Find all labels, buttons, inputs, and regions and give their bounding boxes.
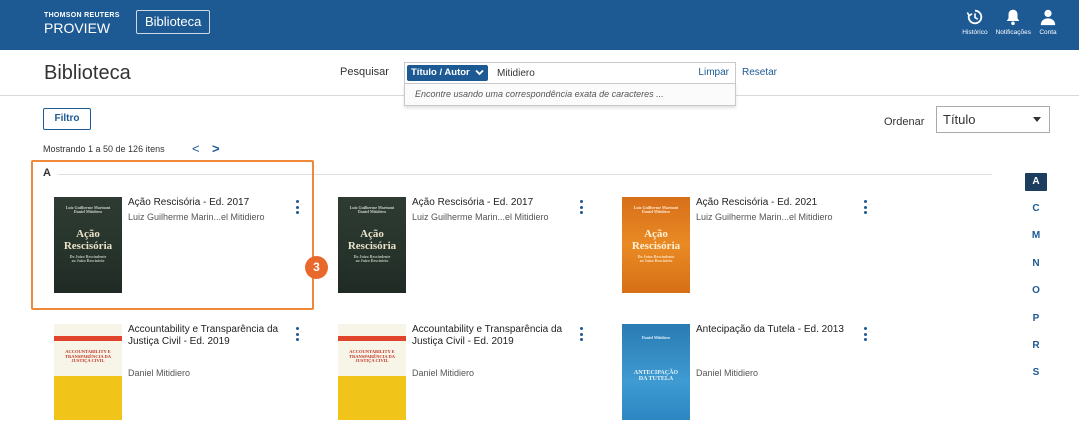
alphabet-letter-n[interactable]: N — [1025, 255, 1047, 273]
book-title[interactable]: Accountability e Transparência da Justiç… — [128, 324, 286, 348]
search-box: Título / Autor Limpar — [404, 62, 736, 84]
book-cover[interactable]: ACCOUNTABILITY E TRANSPARÊNCIA DA JUSTIÇ… — [338, 324, 406, 420]
alphabet-letter-a[interactable]: A — [1025, 173, 1047, 191]
kebab-dot — [863, 205, 867, 209]
account-button[interactable]: Conta — [1039, 8, 1057, 36]
tutorial-highlight — [31, 160, 314, 310]
kebab-dot — [295, 332, 299, 336]
book-author: Daniel Mitidiero — [696, 368, 759, 378]
alphabet-letter-o[interactable]: O — [1025, 282, 1047, 300]
cover-title: ACCOUNTABILITY E TRANSPARÊNCIA DA JUSTIÇ… — [64, 349, 112, 364]
top-bar: THOMSON REUTERS PROVIEW Biblioteca Histó… — [0, 0, 1079, 50]
book-card[interactable]: ACCOUNTABILITY E TRANSPARÊNCIA DA JUSTIÇ… — [54, 324, 314, 420]
alphabet-letter-m[interactable]: M — [1025, 227, 1047, 245]
sort-select[interactable]: Título — [936, 106, 1050, 133]
cover-title: Ação Rescisória — [347, 228, 397, 252]
alphabet-letter-s[interactable]: S — [1025, 364, 1047, 382]
book-title[interactable]: Accountability e Transparência da Justiç… — [412, 324, 570, 348]
book-cover[interactable]: Luiz Guilherme Marinoni Daniel Mitidiero… — [622, 197, 690, 293]
page-title: Biblioteca — [44, 62, 131, 84]
cover-band — [54, 336, 122, 341]
cover-authors: Daniel Mitidiero — [641, 335, 671, 340]
kebab-dot — [579, 200, 583, 203]
cover-band — [54, 376, 122, 420]
more-options-icon[interactable] — [578, 200, 584, 214]
kebab-dot — [863, 211, 867, 214]
cover-subtitle: Do Juízo Rescindente ao Juízo Rescisório — [353, 254, 391, 264]
history-icon — [966, 9, 983, 25]
book-title[interactable]: Ação Rescisória - Ed. 2021 — [696, 197, 854, 209]
results-count: Mostrando 1 a 50 de 126 itens — [43, 144, 165, 154]
chevron-down-icon — [475, 69, 485, 76]
book-cover[interactable]: Daniel Mitidiero ANTECIPAÇÃO DA TUTELA — [622, 324, 690, 420]
kebab-dot — [863, 200, 867, 203]
book-card[interactable]: Luiz Guilherme Marinoni Daniel Mitidiero… — [338, 197, 598, 293]
cover-band — [338, 336, 406, 341]
library-button[interactable]: Biblioteca — [136, 10, 211, 34]
previous-page-button[interactable]: < — [192, 141, 200, 156]
book-title[interactable]: Ação Rescisória - Ed. 2017 — [412, 197, 570, 209]
book-author: Luiz Guilherme Marin...el Mitidiero — [696, 212, 833, 222]
cover-band — [338, 376, 406, 420]
more-options-icon[interactable] — [862, 327, 868, 341]
book-title[interactable]: Antecipação da Tutela - Ed. 2013 — [696, 324, 854, 336]
caret-down-icon — [1033, 117, 1041, 122]
search-field-dropdown[interactable]: Título / Autor — [407, 65, 489, 81]
kebab-dot — [579, 327, 583, 330]
kebab-dot — [863, 332, 867, 336]
user-icon — [1040, 9, 1056, 26]
kebab-dot — [295, 327, 299, 330]
bell-icon — [1006, 9, 1020, 26]
alphabet-letter-r[interactable]: R — [1025, 337, 1047, 355]
search-suggestion[interactable]: Encontre usando uma correspondência exat… — [404, 84, 736, 106]
book-author: Daniel Mitidiero — [412, 368, 475, 378]
book-cover[interactable]: ACCOUNTABILITY E TRANSPARÊNCIA DA JUSTIÇ… — [54, 324, 122, 420]
clear-link[interactable]: Limpar — [698, 67, 729, 78]
sort-label: Ordenar — [884, 116, 925, 128]
kebab-dot — [863, 327, 867, 330]
account-label: Conta — [1039, 29, 1057, 36]
filter-button[interactable]: Filtro — [43, 108, 91, 130]
history-label: Histórico — [962, 29, 988, 36]
notifications-label: Notificações — [995, 29, 1031, 36]
search-field-label: Título / Autor — [411, 67, 470, 78]
step-badge: 3 — [305, 256, 328, 279]
search-label: Pesquisar — [340, 66, 389, 78]
book-author: Luiz Guilherme Marin...el Mitidiero — [412, 212, 549, 222]
reset-link[interactable]: Resetar — [742, 67, 777, 78]
kebab-dot — [579, 211, 583, 214]
cover-authors: Luiz Guilherme Marinoni Daniel Mitidiero — [349, 205, 395, 215]
notifications-button[interactable]: Notificações — [996, 8, 1031, 36]
book-author: Daniel Mitidiero — [128, 368, 191, 378]
brand-bottom-text: PROVIEW — [44, 20, 111, 36]
cover-authors: Luiz Guilherme Marinoni Daniel Mitidiero — [633, 205, 679, 215]
book-card[interactable]: Luiz Guilherme Marinoni Daniel Mitidiero… — [622, 197, 882, 293]
kebab-dot — [863, 338, 867, 341]
book-card[interactable]: Daniel Mitidiero ANTECIPAÇÃO DA TUTELA Ant… — [622, 324, 882, 420]
cover-title: ACCOUNTABILITY E TRANSPARÊNCIA DA JUSTIÇ… — [348, 349, 396, 364]
kebab-dot — [579, 338, 583, 341]
history-button[interactable]: Histórico — [962, 8, 988, 36]
more-options-icon[interactable] — [862, 200, 868, 214]
alphabet-letter-p[interactable]: P — [1025, 310, 1047, 328]
kebab-dot — [579, 332, 583, 336]
brand-top-text: THOMSON REUTERS — [44, 12, 120, 19]
sort-value: Título — [943, 112, 976, 127]
header-icons: Histórico Notificações Conta — [962, 8, 1057, 36]
kebab-dot — [579, 205, 583, 209]
next-page-button[interactable]: > — [212, 141, 220, 156]
brand-logo[interactable]: THOMSON REUTERS PROVIEW — [44, 12, 120, 35]
cover-title: Ação Rescisória — [631, 228, 681, 252]
search-input[interactable] — [497, 65, 657, 81]
more-options-icon[interactable] — [578, 327, 584, 341]
book-cover[interactable]: Luiz Guilherme Marinoni Daniel Mitidiero… — [338, 197, 406, 293]
more-options-icon[interactable] — [294, 327, 300, 341]
alphabet-letter-c[interactable]: C — [1025, 200, 1047, 218]
book-card[interactable]: ACCOUNTABILITY E TRANSPARÊNCIA DA JUSTIÇ… — [338, 324, 598, 420]
cover-title: ANTECIPAÇÃO DA TUTELA — [633, 370, 679, 383]
cover-subtitle: Do Juízo Rescindente ao Juízo Rescisório — [637, 254, 675, 264]
kebab-dot — [295, 338, 299, 341]
